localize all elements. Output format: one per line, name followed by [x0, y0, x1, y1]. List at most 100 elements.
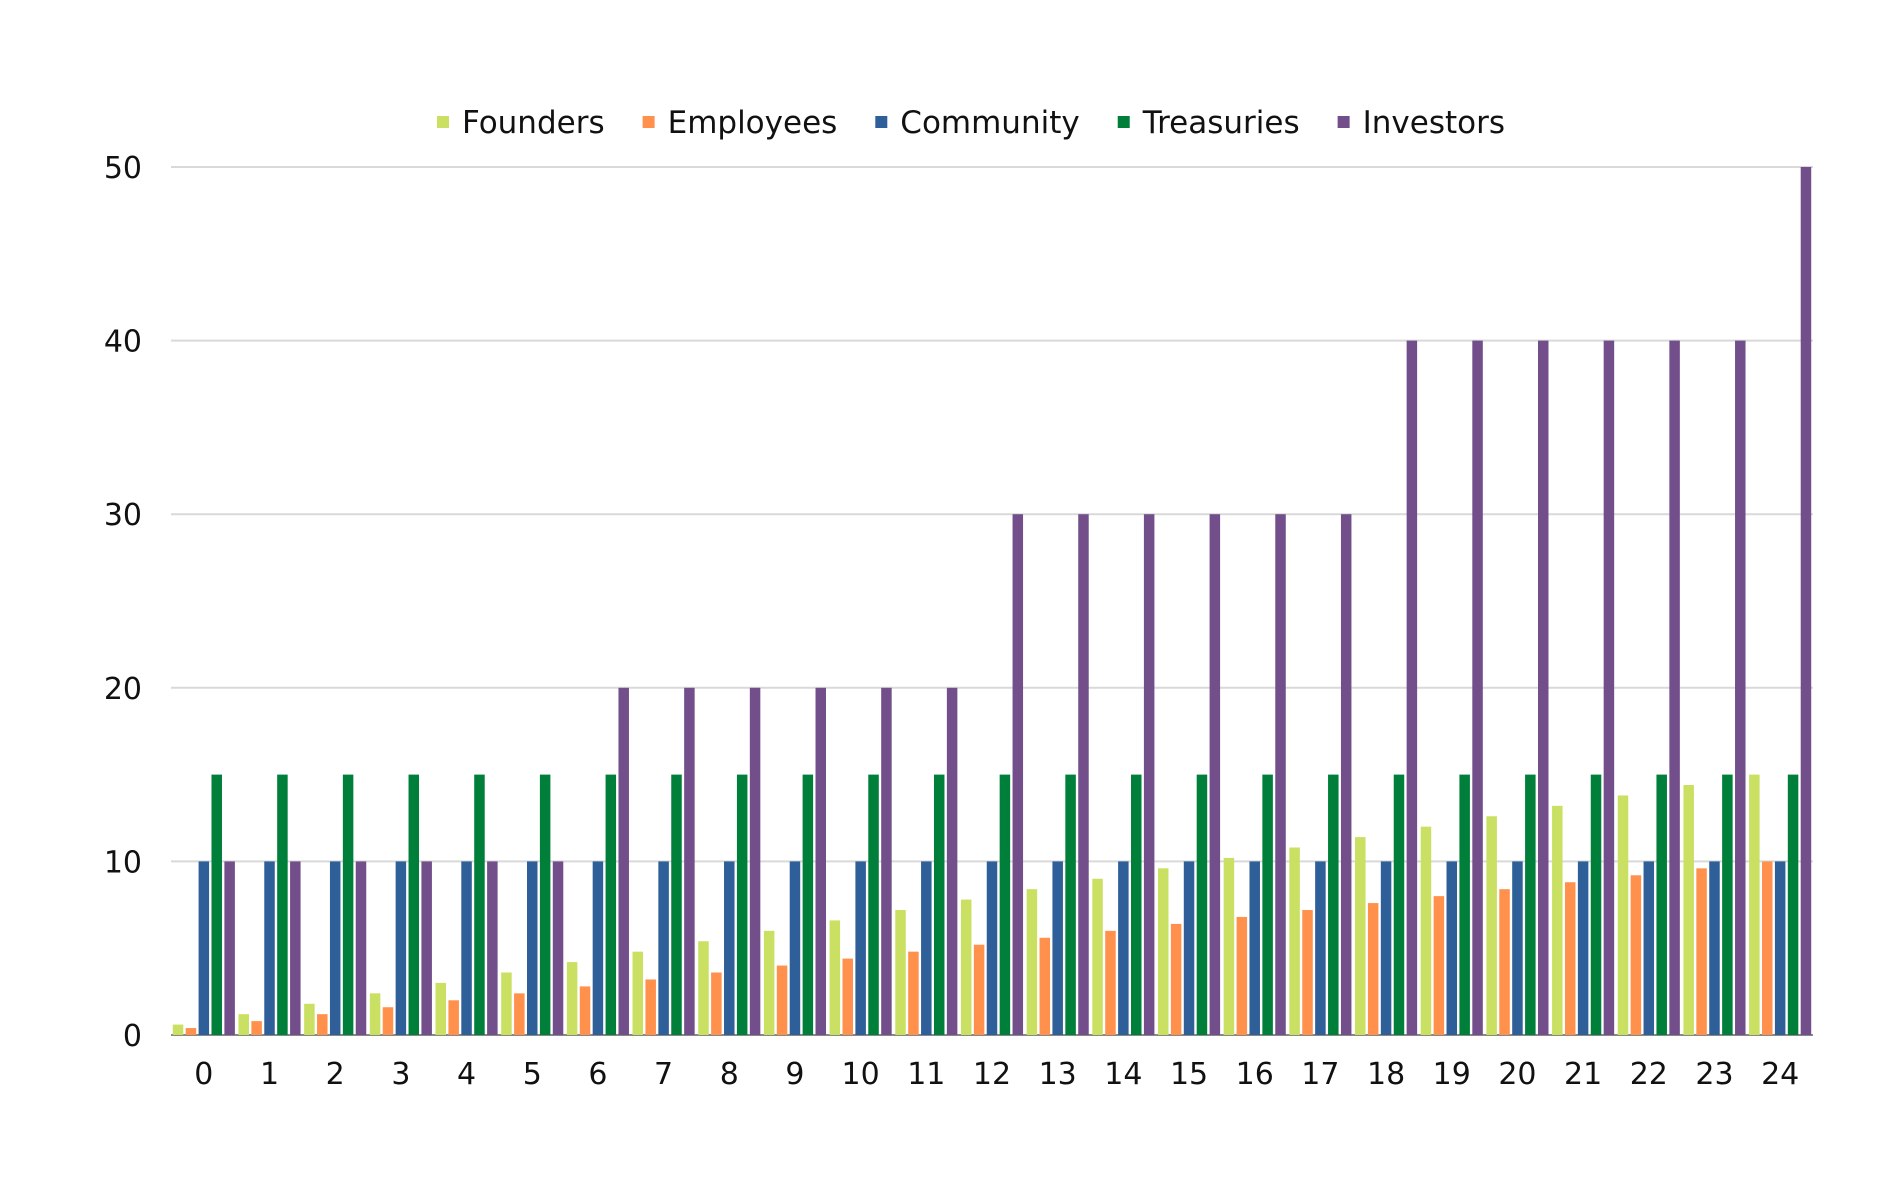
bar-founders [632, 951, 644, 1035]
y-tick-label: 40 [104, 325, 142, 360]
bar-treasuries [474, 774, 485, 1035]
y-tick-label: 30 [104, 498, 142, 533]
bar-treasuries [802, 774, 814, 1035]
x-tick-label: 9 [785, 1057, 804, 1092]
x-tick-label: 12 [973, 1057, 1011, 1092]
y-tick-label: 50 [104, 151, 142, 186]
legend-item-founders[interactable]: Founders [436, 105, 605, 141]
x-tick-label: 13 [1039, 1057, 1077, 1092]
bar-employees [973, 944, 985, 1035]
x-tick-label: 23 [1695, 1057, 1733, 1092]
legend-swatch-icon [642, 116, 655, 128]
bar-employees [448, 1000, 459, 1035]
bar-treasuries [1787, 774, 1799, 1035]
legend: Founders Employees Community Treasuries Inve… [436, 105, 1505, 141]
bar-founders [238, 1014, 249, 1035]
bar-community [395, 861, 407, 1035]
bar-treasuries [277, 774, 288, 1035]
x-tick-label: 1 [260, 1057, 279, 1092]
x-tick-label: 0 [194, 1057, 213, 1092]
bar-treasuries [1525, 774, 1536, 1035]
bar-treasuries [933, 774, 945, 1035]
legend-swatch-icon [1337, 116, 1350, 128]
bar-investors [815, 687, 827, 1035]
bar-investors [881, 687, 892, 1035]
bar-community [789, 861, 801, 1035]
bar-investors [684, 687, 695, 1035]
bar-founders [501, 972, 512, 1035]
bar-community [1183, 861, 1195, 1035]
x-tick-label: 5 [523, 1057, 542, 1092]
x-tick-label: 8 [720, 1057, 739, 1092]
bar-founders [172, 1024, 184, 1035]
x-tick-label: 19 [1433, 1057, 1471, 1092]
bar-community [1709, 861, 1720, 1035]
bar-treasuries [868, 774, 879, 1035]
x-tick-label: 10 [842, 1057, 880, 1092]
bar-employees [1105, 930, 1116, 1035]
bar-employees [1762, 861, 1773, 1035]
bar-community [461, 861, 472, 1035]
x-tick-label: 2 [326, 1057, 345, 1092]
bar-founders [1092, 878, 1103, 1035]
bar-treasuries [539, 774, 551, 1035]
bar-investors [1537, 340, 1549, 1036]
bar-investors [618, 687, 629, 1035]
bar-treasuries [1722, 774, 1733, 1035]
bar-community [1446, 861, 1458, 1035]
x-tick-label: 15 [1170, 1057, 1208, 1092]
y-tick-label: 0 [123, 1019, 142, 1054]
bar-founders [895, 910, 906, 1035]
bar-investors [421, 861, 432, 1035]
bar-investors [487, 861, 498, 1035]
legend-swatch-icon [436, 116, 449, 128]
bar-investors [1800, 167, 1812, 1035]
bar-investors [1143, 514, 1155, 1035]
x-tick-label: 11 [907, 1057, 945, 1092]
bar-founders [304, 1003, 315, 1035]
bar-employees [1433, 896, 1445, 1035]
bar-employees [185, 1028, 197, 1035]
bar-community [1052, 861, 1063, 1035]
bar-founders [1026, 889, 1038, 1035]
bar-investors [1275, 514, 1286, 1035]
bar-treasuries [408, 774, 420, 1035]
bar-treasuries [671, 774, 682, 1035]
bar-investors [1472, 340, 1483, 1036]
y-axis: 0 10 20 30 40 50 [104, 151, 142, 1054]
bar-investors [946, 687, 958, 1035]
bar-treasuries [1196, 774, 1208, 1035]
bar-founders [435, 982, 447, 1035]
legend-label: Employees [668, 105, 838, 141]
bar-employees [514, 993, 525, 1035]
y-tick-label: 10 [104, 845, 142, 880]
bar-employees [1367, 903, 1379, 1035]
bar-founders [1683, 785, 1694, 1035]
legend-item-investors[interactable]: Investors [1337, 105, 1505, 141]
x-axis: 0 1 2 3 4 5 6 7 8 9 10 11 12 13 14 15 16 17 18 19 20 21 22 23 24 [194, 1057, 1799, 1092]
legend-label: Community [900, 105, 1079, 141]
bar-employees [382, 1007, 394, 1035]
bar-founders [698, 941, 709, 1035]
legend-swatch-icon [1117, 116, 1130, 128]
legend-item-community[interactable]: Community [875, 105, 1080, 141]
bar-treasuries [1393, 774, 1405, 1035]
bar-investors [1735, 340, 1746, 1036]
bar-founders [369, 993, 381, 1035]
bar-employees [711, 972, 722, 1035]
legend-item-treasuries[interactable]: Treasuries [1117, 105, 1300, 141]
x-tick-label: 17 [1301, 1057, 1339, 1092]
bar-treasuries [1590, 774, 1602, 1035]
bar-investors [1406, 340, 1418, 1036]
bar-founders [1749, 774, 1760, 1035]
bar-treasuries [736, 774, 748, 1035]
legend-label: Investors [1363, 105, 1505, 141]
bar-investors [1603, 340, 1615, 1036]
bar-employees [645, 979, 656, 1035]
legend-item-employees[interactable]: Employees [642, 105, 838, 141]
bar-treasuries [1328, 774, 1339, 1035]
bar-community [329, 861, 341, 1035]
bar-treasuries [605, 774, 617, 1035]
bar-employees [908, 951, 919, 1035]
bar-investors [1209, 514, 1221, 1035]
